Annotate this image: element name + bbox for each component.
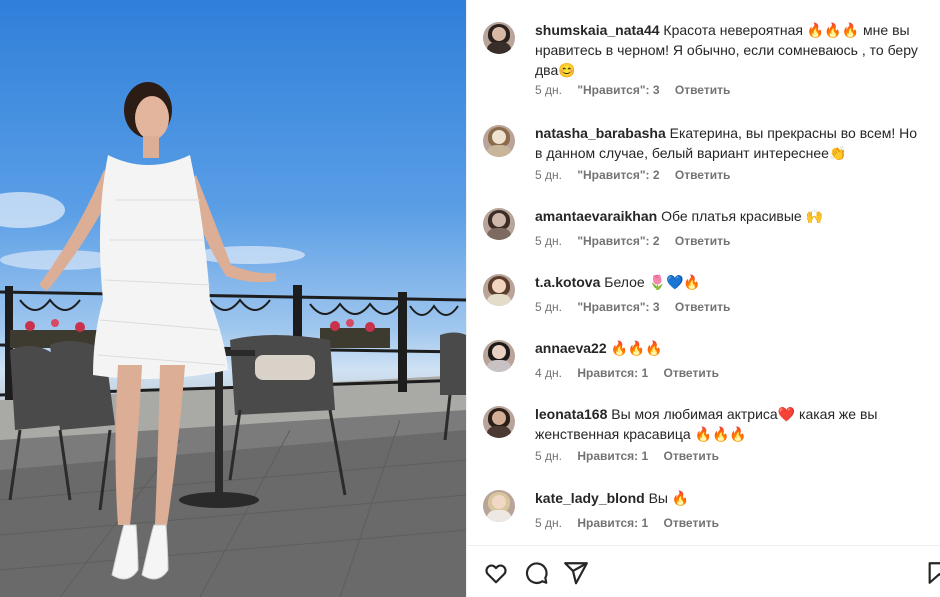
avatar[interactable] — [483, 406, 515, 438]
comment-time[interactable]: 5 дн. — [535, 516, 562, 530]
comment-body: Обе платья красивые 🙌 — [661, 208, 824, 224]
comment-body: Белое 🌷💙🔥 — [604, 274, 701, 290]
reply-button[interactable]: Ответить — [675, 234, 730, 248]
comment-meta: 5 дн. Нравится: 1 Ответить — [535, 449, 731, 463]
comment-meta: 4 дн. Нравится: 1 Ответить — [535, 366, 731, 380]
comment-text: t.a.kotova Белое 🌷💙🔥 — [535, 272, 925, 292]
comment-username[interactable]: kate_lady_blond — [535, 490, 645, 506]
comment-meta: 5 дн. "Нравится": 3 Ответить — [535, 300, 742, 314]
comment-time[interactable]: 5 дн. — [535, 234, 562, 248]
comment-username[interactable]: amantaevaraikhan — [535, 208, 657, 224]
comment-meta: 5 дн. "Нравится": 3 Ответить — [535, 83, 742, 97]
comment-body: Вы 🔥 — [648, 490, 690, 506]
comment-text: shumskaia_nata44 Красота невероятная 🔥🔥🔥… — [535, 20, 925, 80]
comment-text: annaeva22 🔥🔥🔥 — [535, 338, 925, 358]
comment-text: kate_lady_blond Вы 🔥 — [535, 488, 925, 508]
comment-time[interactable]: 5 дн. — [535, 168, 562, 182]
comment-body: 🔥🔥🔥 — [610, 340, 663, 356]
comment-username[interactable]: shumskaia_nata44 — [535, 22, 660, 38]
comment-time[interactable]: 5 дн. — [535, 83, 562, 97]
avatar[interactable] — [483, 490, 515, 522]
reply-button[interactable]: Ответить — [664, 449, 719, 463]
comment-username[interactable]: annaeva22 — [535, 340, 607, 356]
comment-likes[interactable]: "Нравится": 3 — [577, 300, 659, 314]
comment-likes[interactable]: Нравится: 1 — [577, 449, 648, 463]
comment-meta: 5 дн. Нравится: 1 Ответить — [535, 516, 731, 530]
comment-icon[interactable] — [523, 560, 549, 586]
comment-username[interactable]: natasha_barabasha — [535, 125, 666, 141]
avatar[interactable] — [483, 125, 515, 157]
post-photo[interactable] — [0, 0, 466, 597]
comment-text: natasha_barabasha Екатерина, вы прекрасн… — [535, 123, 925, 163]
comment-text: leonata168 Вы моя любимая актриса❤️ кака… — [535, 404, 925, 444]
comments-panel: shumskaia_nata44 Красота невероятная 🔥🔥🔥… — [466, 0, 940, 597]
post-photo-illustration — [0, 82, 466, 597]
reply-button[interactable]: Ответить — [675, 83, 730, 97]
comment-likes[interactable]: "Нравится": 3 — [577, 83, 659, 97]
comment-likes[interactable]: "Нравится": 2 — [577, 168, 659, 182]
share-icon[interactable] — [563, 560, 589, 586]
comment-text: amantaevaraikhan Обе платья красивые 🙌 — [535, 206, 925, 226]
heart-icon[interactable] — [483, 560, 509, 586]
comment-likes[interactable]: Нравится: 1 — [577, 516, 648, 530]
comment-likes[interactable]: Нравится: 1 — [577, 366, 648, 380]
post-actions — [467, 546, 940, 597]
comment-username[interactable]: leonata168 — [535, 406, 607, 422]
reply-button[interactable]: Ответить — [664, 516, 719, 530]
comment-meta: 5 дн. "Нравится": 2 Ответить — [535, 168, 742, 182]
reply-button[interactable]: Ответить — [664, 366, 719, 380]
comments-list[interactable]: shumskaia_nata44 Красота невероятная 🔥🔥🔥… — [467, 0, 940, 545]
comment-username[interactable]: t.a.kotova — [535, 274, 600, 290]
comment-time[interactable]: 5 дн. — [535, 449, 562, 463]
comment-meta: 5 дн. "Нравится": 2 Ответить — [535, 234, 742, 248]
comment-time[interactable]: 4 дн. — [535, 366, 562, 380]
avatar[interactable] — [483, 208, 515, 240]
reply-button[interactable]: Ответить — [675, 300, 730, 314]
comment-likes[interactable]: "Нравится": 2 — [577, 234, 659, 248]
avatar[interactable] — [483, 274, 515, 306]
reply-button[interactable]: Ответить — [675, 168, 730, 182]
avatar[interactable] — [483, 22, 515, 54]
avatar[interactable] — [483, 340, 515, 372]
bookmark-icon[interactable] — [927, 560, 940, 586]
comment-time[interactable]: 5 дн. — [535, 300, 562, 314]
